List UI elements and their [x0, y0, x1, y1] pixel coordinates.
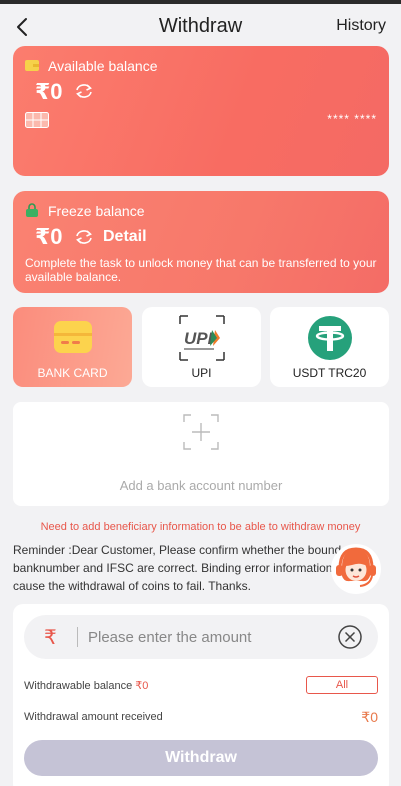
tether-icon	[307, 316, 352, 360]
customer-service-icon[interactable]	[330, 540, 382, 596]
amount-input-box: ₹	[24, 615, 378, 659]
top-bar: Withdraw History	[0, 0, 401, 48]
available-balance-card: Available balance ₹0 **** ****	[13, 46, 389, 176]
svg-text:UPI: UPI	[184, 329, 214, 348]
freeze-balance-label: Freeze balance	[48, 203, 145, 219]
refresh-icon[interactable]	[73, 228, 95, 246]
freeze-description: Complete the task to unlock money that c…	[25, 256, 377, 284]
add-bank-account-box[interactable]: Add a bank account number	[13, 402, 389, 506]
available-balance-label: Available balance	[48, 58, 158, 74]
method-usdt-trc20[interactable]: USDT TRC20	[270, 307, 389, 387]
method-upi[interactable]: UPI UPI	[142, 307, 261, 387]
received-amount-value: ₹0	[361, 709, 378, 725]
rupee-icon: ₹	[44, 627, 57, 649]
withdrawable-balance-value: ₹0	[135, 680, 149, 692]
withdrawable-balance-label: Withdrawable balance	[24, 680, 133, 692]
method-label: USDT TRC20	[292, 366, 367, 380]
clear-icon[interactable]	[337, 624, 363, 650]
method-label: UPI	[191, 366, 212, 380]
received-amount-label: Withdrawal amount received	[24, 711, 163, 723]
lock-wallet-icon	[26, 203, 38, 217]
card-chip-icon	[25, 112, 49, 128]
freeze-balance-card: Freeze balance ₹0 Detail Complete the ta…	[13, 191, 389, 293]
wallet-icon	[25, 60, 39, 71]
add-plus-icon	[183, 414, 219, 450]
method-label: BANK CARD	[37, 366, 108, 380]
all-button[interactable]: All	[306, 676, 378, 694]
upi-logo: UPI	[178, 315, 225, 361]
masked-card-number: **** ****	[327, 112, 377, 126]
amount-input[interactable]	[88, 623, 328, 651]
available-balance-amount: ₹0	[35, 79, 63, 104]
reminder-text: Reminder :Dear Customer, Please confirm …	[13, 543, 353, 593]
refresh-icon[interactable]	[73, 82, 95, 100]
add-bank-account-label: Add a bank account number	[119, 478, 283, 493]
beneficiary-notice: Need to add beneficiary information to b…	[40, 521, 361, 533]
withdrawable-balance-row: Withdrawable balance ₹0	[24, 679, 148, 692]
input-divider	[77, 627, 78, 647]
withdraw-button[interactable]: Withdraw	[24, 740, 378, 776]
freeze-balance-amount: ₹0	[35, 224, 63, 249]
method-bank-card[interactable]: BANK CARD	[13, 307, 132, 387]
history-link[interactable]: History	[336, 17, 386, 35]
bank-card-icon	[53, 321, 92, 353]
withdraw-form-panel: ₹ Withdrawable balance ₹0 All Withdrawal…	[13, 604, 389, 786]
detail-link[interactable]: Detail	[103, 228, 147, 246]
